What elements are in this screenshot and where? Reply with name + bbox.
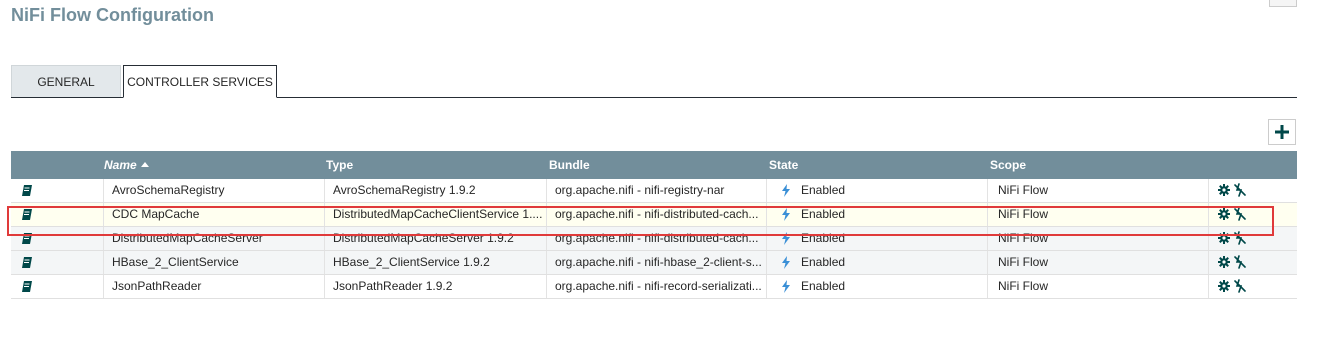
gear-icon[interactable] [1218, 208, 1230, 220]
column-divider [546, 227, 547, 250]
gear-icon[interactable] [1218, 280, 1230, 292]
cell-state: Enabled [801, 231, 846, 245]
add-controller-service-button[interactable] [1268, 119, 1296, 145]
usage-docs-icon[interactable] [22, 233, 32, 244]
disable-service-icon[interactable] [1234, 231, 1246, 245]
enabled-bolt-icon [782, 256, 790, 269]
cell-scope: NiFi Flow [998, 279, 1048, 293]
enabled-bolt-icon [782, 280, 790, 293]
tab-bar: GENERAL CONTROLLER SERVICES [11, 65, 1297, 98]
cell-scope: NiFi Flow [998, 231, 1048, 245]
column-header-label: Name [104, 158, 137, 172]
tab-controller-services[interactable]: CONTROLLER SERVICES [123, 65, 277, 98]
enabled-bolt-icon [782, 232, 790, 245]
column-divider [1208, 275, 1209, 298]
usage-docs-icon[interactable] [22, 209, 32, 220]
column-divider [324, 227, 325, 250]
cell-state: Enabled [801, 183, 846, 197]
cell-name: JsonPathReader [112, 279, 202, 293]
usage-docs-icon[interactable] [22, 257, 32, 268]
cell-name: CDC MapCache [112, 207, 200, 221]
cell-type: HBase_2_ClientService 1.9.2 [333, 255, 490, 269]
column-divider [1208, 179, 1209, 202]
column-divider [766, 275, 767, 298]
column-header-state[interactable]: State [769, 151, 798, 179]
table-row[interactable]: AvroSchemaRegistry AvroSchemaRegistry 1.9… [11, 179, 1297, 203]
table-row[interactable]: JsonPathReader JsonPathReader 1.9.2 org.ap… [11, 275, 1297, 299]
cell-bundle: org.apache.nifi - nifi-hbase_2-client-s.… [555, 255, 762, 269]
controller-services-table: Name Type Bundle State Scope AvroSchemaR… [11, 151, 1297, 299]
column-divider [1208, 227, 1209, 250]
cell-state: Enabled [801, 279, 846, 293]
column-header-name[interactable]: Name [104, 151, 149, 179]
column-divider [1208, 251, 1209, 274]
column-divider [987, 203, 988, 226]
table-row[interactable]: HBase_2_ClientService HBase_2_ClientServi… [11, 251, 1297, 275]
disable-service-icon[interactable] [1234, 255, 1246, 269]
column-header-type[interactable]: Type [326, 151, 353, 179]
table-row[interactable]: DistributedMapCacheServer DistributedMapC… [11, 227, 1297, 251]
close-button[interactable] [1269, 0, 1297, 7]
table-row[interactable]: CDC MapCache DistributedMapCacheClientSer… [11, 203, 1297, 227]
cell-scope: NiFi Flow [998, 183, 1048, 197]
enabled-bolt-icon [782, 184, 790, 197]
usage-docs-icon[interactable] [22, 185, 32, 196]
column-divider [546, 275, 547, 298]
disable-service-icon[interactable] [1234, 183, 1246, 197]
cell-name: AvroSchemaRegistry [112, 183, 225, 197]
column-divider [103, 179, 104, 202]
enabled-bolt-icon [782, 208, 790, 221]
cell-bundle: org.apache.nifi - nifi-registry-nar [555, 183, 725, 197]
column-divider [324, 179, 325, 202]
cell-type: DistributedMapCacheClientService 1.... [333, 207, 543, 221]
column-divider [324, 203, 325, 226]
column-divider [1208, 203, 1209, 226]
column-divider [546, 251, 547, 274]
cell-state: Enabled [801, 255, 846, 269]
gear-icon[interactable] [1218, 256, 1230, 268]
cell-scope: NiFi Flow [998, 255, 1048, 269]
column-divider [987, 179, 988, 202]
cell-state: Enabled [801, 207, 846, 221]
column-divider [546, 203, 547, 226]
controller-services-page: NiFi Flow Configuration GENERAL CONTROLL… [0, 0, 1317, 350]
column-divider [324, 275, 325, 298]
cell-name: HBase_2_ClientService [112, 255, 239, 269]
column-divider [103, 227, 104, 250]
cell-bundle: org.apache.nifi - nifi-distributed-cach.… [555, 231, 759, 245]
column-divider [103, 203, 104, 226]
plus-icon [1275, 125, 1289, 139]
table-body: AvroSchemaRegistry AvroSchemaRegistry 1.9… [11, 179, 1297, 299]
tab-general[interactable]: GENERAL [11, 65, 121, 97]
cell-type: AvroSchemaRegistry 1.9.2 [333, 183, 476, 197]
usage-docs-icon[interactable] [22, 281, 32, 292]
disable-service-icon[interactable] [1234, 279, 1246, 293]
column-header-scope[interactable]: Scope [990, 151, 1026, 179]
column-divider [324, 251, 325, 274]
cell-type: DistributedMapCacheServer 1.9.2 [333, 231, 514, 245]
column-divider [766, 179, 767, 202]
cell-bundle: org.apache.nifi - nifi-record-serializat… [555, 279, 762, 293]
column-divider [987, 275, 988, 298]
cell-bundle: org.apache.nifi - nifi-distributed-cach.… [555, 207, 759, 221]
sort-ascending-icon [140, 162, 149, 167]
column-divider [766, 251, 767, 274]
cell-name: DistributedMapCacheServer [112, 231, 263, 245]
column-divider [987, 251, 988, 274]
column-header-bundle[interactable]: Bundle [549, 151, 590, 179]
column-divider [766, 227, 767, 250]
gear-icon[interactable] [1218, 184, 1230, 196]
column-divider [103, 251, 104, 274]
gear-icon[interactable] [1218, 232, 1230, 244]
column-divider [766, 203, 767, 226]
page-title: NiFi Flow Configuration [11, 5, 214, 25]
disable-service-icon[interactable] [1234, 207, 1246, 221]
cell-type: JsonPathReader 1.9.2 [333, 279, 453, 293]
column-divider [546, 179, 547, 202]
cell-scope: NiFi Flow [998, 207, 1048, 221]
column-divider [987, 227, 988, 250]
table-header: Name Type Bundle State Scope [11, 151, 1297, 179]
column-divider [103, 275, 104, 298]
